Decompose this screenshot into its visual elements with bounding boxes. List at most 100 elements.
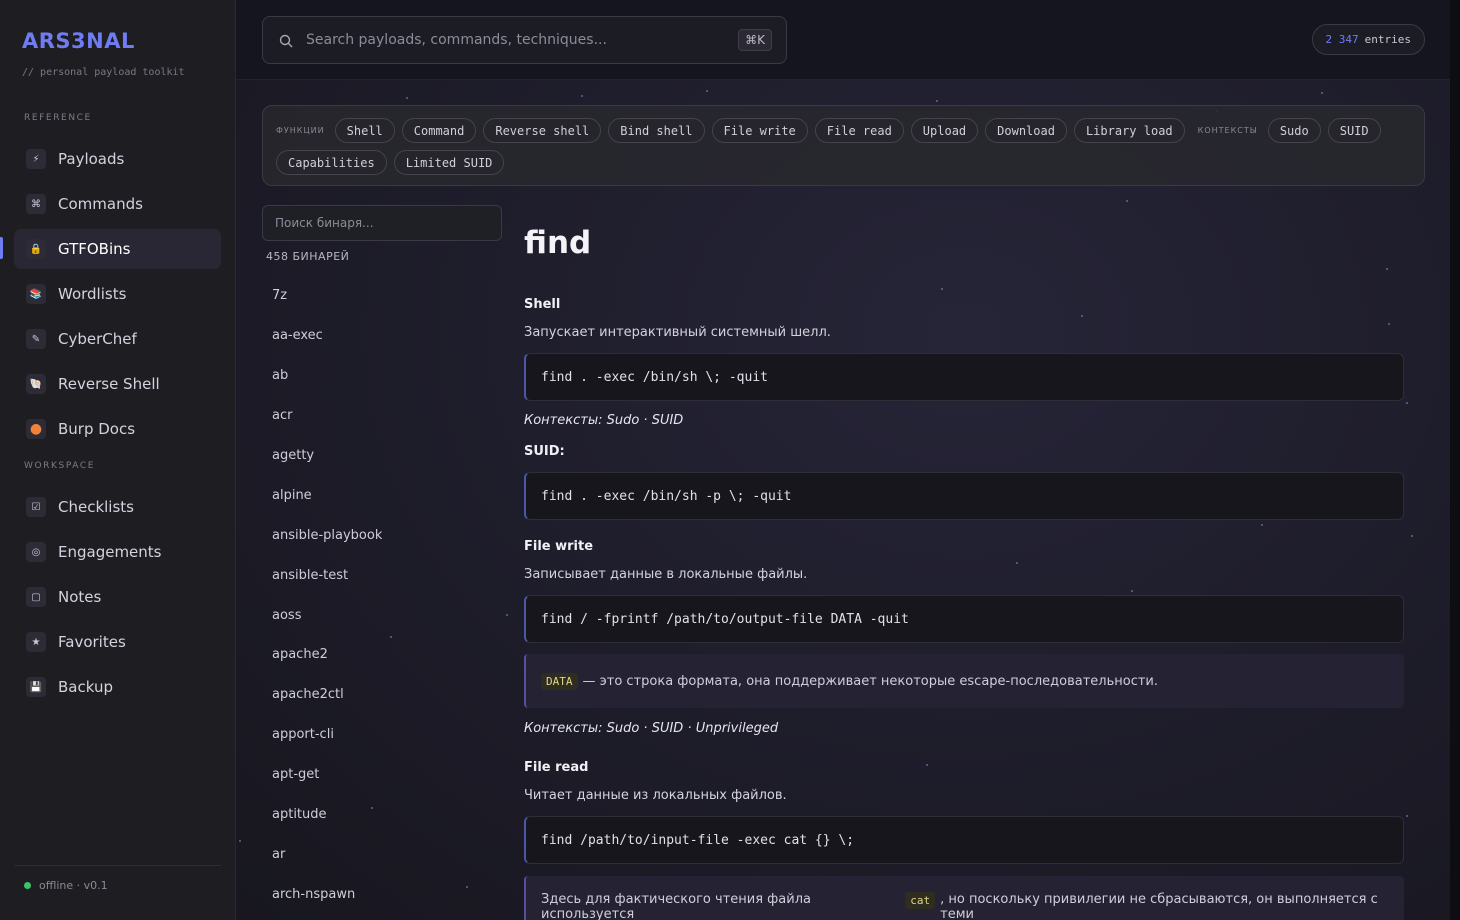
star-decoration xyxy=(926,764,928,766)
sidebar-item-label: Burp Docs xyxy=(58,420,136,438)
section-label-workspace: WORKSPACE xyxy=(24,461,96,471)
section-heading-shell: Shell xyxy=(524,297,561,312)
sidebar-item-burp-docs[interactable]: ● Burp Docs xyxy=(14,409,221,449)
section-heading-file-read: File read xyxy=(524,760,589,775)
sidebar-item-label: Favorites xyxy=(58,633,126,651)
star-decoration xyxy=(1131,590,1133,592)
sidebar-item-label: Backup xyxy=(58,678,113,696)
brand-title[interactable]: ARS3NAL xyxy=(22,29,135,53)
binary-count: 458 БИНАРЕЙ xyxy=(266,250,350,263)
status-text: offline · v0.1 xyxy=(39,879,108,892)
binary-search-input[interactable] xyxy=(275,216,501,230)
filter-group-label: ФУНКЦИИ xyxy=(276,126,325,135)
filter-chip-sudo[interactable]: Sudo xyxy=(1267,118,1321,143)
code-block-file-write[interactable]: find / -fprintf /path/to/output-file DAT… xyxy=(524,595,1404,643)
books-icon: 📚 xyxy=(26,284,46,304)
orange-circle-icon: ● xyxy=(26,419,46,439)
binary-list-item[interactable]: alpine xyxy=(262,475,502,515)
pencil-icon: ✎ xyxy=(26,329,46,349)
lightning-icon: ⚡ xyxy=(26,149,46,169)
section-label-reference: REFERENCE xyxy=(24,113,92,123)
sidebar: ARS3NAL // personal payload toolkit REFE… xyxy=(0,0,236,920)
star-decoration xyxy=(506,614,508,616)
status-indicator: offline · v0.1 xyxy=(24,879,108,892)
sidebar-item-checklists[interactable]: ☑ Checklists xyxy=(14,487,221,527)
shell-icon: 🐚 xyxy=(26,374,46,394)
filter-chip-limited-suid[interactable]: Limited SUID xyxy=(393,150,505,175)
binary-list-item[interactable]: 7z xyxy=(262,276,502,316)
binary-list-item[interactable]: aa-exec xyxy=(262,316,502,356)
binary-list-item[interactable]: apache2ctl xyxy=(262,675,502,715)
binary-list-item[interactable]: aoss xyxy=(262,595,502,635)
star-decoration xyxy=(941,288,943,290)
star-decoration xyxy=(1261,524,1263,526)
binary-list-item[interactable]: agetty xyxy=(262,436,502,476)
star-decoration xyxy=(1321,92,1323,94)
star-decoration xyxy=(1386,268,1388,270)
star-decoration xyxy=(706,90,708,92)
filter-chip-upload[interactable]: Upload xyxy=(910,118,979,143)
filter-chip-capabilities[interactable]: Capabilities xyxy=(276,150,387,175)
sidebar-item-notes[interactable]: ▢ Notes xyxy=(14,577,221,617)
sidebar-item-gtfobins[interactable]: 🔒 GTFOBins xyxy=(14,229,221,269)
sidebar-item-label: Reverse Shell xyxy=(58,375,160,393)
code-text: find / -fprintf /path/to/output-file DAT… xyxy=(541,611,909,627)
global-search-input[interactable] xyxy=(306,32,739,48)
sidebar-item-cyberchef[interactable]: ✎ CyberChef xyxy=(14,319,221,359)
active-indicator xyxy=(0,237,3,259)
sidebar-item-commands[interactable]: ⌘ Commands xyxy=(14,184,221,224)
sidebar-item-wordlists[interactable]: 📚 Wordlists xyxy=(14,274,221,314)
inline-code: cat xyxy=(905,892,936,909)
sidebar-item-backup[interactable]: 💾 Backup xyxy=(14,667,221,707)
binary-list-item[interactable]: acr xyxy=(262,396,502,436)
filter-chip-file-write[interactable]: File write xyxy=(711,118,808,143)
star-decoration xyxy=(239,840,241,842)
filter-panel: ФУНКЦИИ Shell Command Reverse shell Bind she… xyxy=(262,105,1425,186)
binary-search[interactable] xyxy=(262,205,502,241)
binary-list-item[interactable]: apport-cli xyxy=(262,715,502,755)
binary-list-item[interactable]: ansible-playbook xyxy=(262,515,502,555)
filter-chip-shell[interactable]: Shell xyxy=(334,118,395,143)
code-block-suid[interactable]: find . -exec /bin/sh -p \; -quit xyxy=(524,472,1404,520)
window-scrollbar[interactable] xyxy=(1450,0,1460,920)
filter-chip-file-read[interactable]: File read xyxy=(814,118,904,143)
binary-list-item[interactable]: aptitude xyxy=(262,795,502,835)
star-decoration xyxy=(1081,315,1083,317)
binary-title: find xyxy=(524,225,592,261)
sidebar-item-favorites[interactable]: ★ Favorites xyxy=(14,622,221,662)
code-text: find . -exec /bin/sh -p \; -quit xyxy=(541,488,792,504)
star-decoration xyxy=(1388,323,1390,325)
brand-subtitle: // personal payload toolkit xyxy=(22,67,185,78)
floppy-icon: 💾 xyxy=(26,677,46,697)
sidebar-item-label: Wordlists xyxy=(58,285,127,303)
binary-list-item[interactable]: arch-nspawn xyxy=(262,874,502,914)
binary-list-item[interactable]: apache2 xyxy=(262,635,502,675)
global-search[interactable]: ⌘K xyxy=(262,16,787,64)
star-decoration xyxy=(1016,562,1018,564)
sidebar-item-label: CyberChef xyxy=(58,330,137,348)
code-block-file-read[interactable]: find /path/to/input-file -exec cat {} \; xyxy=(524,816,1404,864)
inline-code: DATA xyxy=(541,672,578,690)
filter-chip-command[interactable]: Command xyxy=(401,118,477,143)
filter-chip-library-load[interactable]: Library load xyxy=(1073,118,1185,143)
note-file-read: Здесь для фактического чтения файла испо… xyxy=(524,876,1404,920)
binary-list-item[interactable]: ansible-test xyxy=(262,555,502,595)
filter-chip-suid[interactable]: SUID xyxy=(1327,118,1381,143)
filter-chip-bind-shell[interactable]: Bind shell xyxy=(608,118,705,143)
star-decoration xyxy=(406,97,408,99)
filter-chip-download[interactable]: Download xyxy=(985,118,1067,143)
sidebar-item-label: Engagements xyxy=(58,543,162,561)
search-icon xyxy=(279,33,293,48)
bottle-icon: 🔒 xyxy=(26,239,46,259)
binary-list-item[interactable]: ab xyxy=(262,356,502,396)
binary-list-item[interactable]: apt-get xyxy=(262,755,502,795)
sidebar-item-reverse-shell[interactable]: 🐚 Reverse Shell xyxy=(14,364,221,404)
note-icon: ▢ xyxy=(26,587,46,607)
sidebar-item-payloads[interactable]: ⚡ Payloads xyxy=(14,139,221,179)
filter-chip-reverse-shell[interactable]: Reverse shell xyxy=(483,118,602,143)
binary-list-item[interactable]: ar xyxy=(262,834,502,874)
code-block-shell[interactable]: find . -exec /bin/sh \; -quit xyxy=(524,353,1404,401)
entries-badge: 2 347 entries xyxy=(1311,24,1425,55)
sidebar-item-label: GTFOBins xyxy=(58,240,131,258)
sidebar-item-engagements[interactable]: ◎ Engagements xyxy=(14,532,221,572)
